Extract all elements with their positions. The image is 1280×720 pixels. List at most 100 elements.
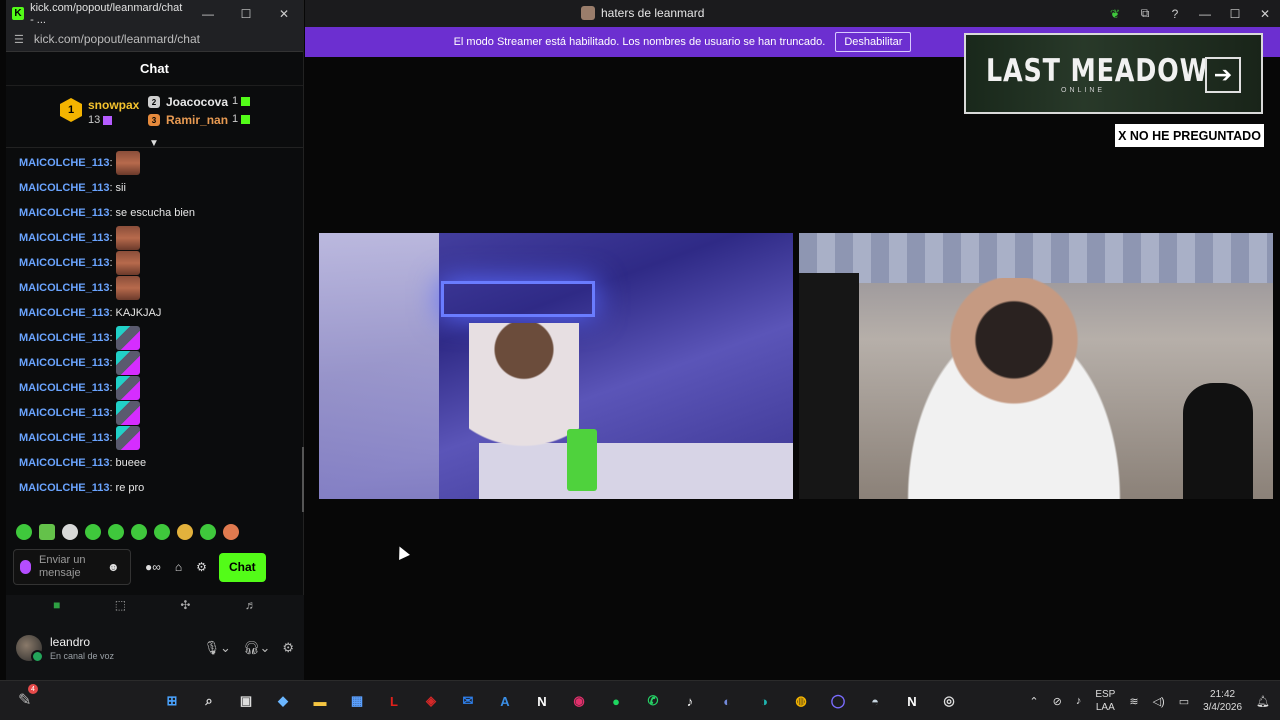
chat-username[interactable]: MAICOLCHE_113 xyxy=(19,207,109,219)
chat-username[interactable]: MAICOLCHE_113 xyxy=(19,157,109,169)
soundboard-icon[interactable]: ♬ xyxy=(245,598,257,612)
site-settings-icon[interactable]: ☰ xyxy=(14,33,24,46)
clock-time: 21:42 xyxy=(1210,689,1236,700)
maximize-button[interactable]: ☐ xyxy=(1220,0,1250,27)
emote-icon[interactable] xyxy=(131,524,147,540)
microphone-toggle-icon[interactable]: 🎙︎⌄ xyxy=(204,640,231,656)
app-l-icon[interactable]: L xyxy=(382,689,406,713)
leader-2-name[interactable]: Joacocova xyxy=(166,95,228,109)
copilot-icon[interactable]: ◆ xyxy=(271,689,295,713)
spotify-icon[interactable]: ● xyxy=(604,689,628,713)
mail-icon[interactable]: ✉ xyxy=(456,689,480,713)
chat-username[interactable]: MAICOLCHE_113 xyxy=(19,307,109,319)
chat-username[interactable]: MAICOLCHE_113 xyxy=(19,407,109,419)
battery-icon[interactable]: ▭ xyxy=(1179,695,1189,708)
clock[interactable]: 21:42 3/4/2026 xyxy=(1203,688,1242,714)
widgets-icon[interactable]: ✎ 4 xyxy=(18,684,38,710)
chat-username[interactable]: MAICOLCHE_113 xyxy=(19,382,109,394)
settings-gear-icon[interactable]: ⚙ xyxy=(196,560,207,574)
notion-n-icon[interactable]: N xyxy=(530,689,554,713)
mute-tray-icon[interactable]: ⊘ xyxy=(1053,695,1062,708)
chat-username[interactable]: MAICOLCHE_113 xyxy=(19,182,109,194)
chat-scrollbar[interactable] xyxy=(302,447,304,512)
user-settings-gear-icon[interactable]: ⚙ xyxy=(282,640,294,656)
chat-separator: : xyxy=(109,481,113,494)
mcafee-icon[interactable]: ◈ xyxy=(419,689,443,713)
chat-username[interactable]: MAICOLCHE_113 xyxy=(19,232,109,244)
emote-icon[interactable] xyxy=(154,524,170,540)
search-icon[interactable]: ⌕ xyxy=(197,689,221,713)
window-app-icon xyxy=(581,6,595,20)
chat-minimize-button[interactable]: — xyxy=(189,7,227,21)
chat-close-button[interactable]: ✕ xyxy=(265,7,303,21)
chat-username[interactable]: MAICOLCHE_113 xyxy=(19,332,109,344)
store-icon[interactable]: ▦ xyxy=(345,689,369,713)
collapse-leaderboard-icon[interactable]: ▼ xyxy=(149,138,159,149)
emote-icon[interactable] xyxy=(177,524,193,540)
screen-share-icon[interactable]: ⬚ xyxy=(115,598,126,612)
address-bar[interactable]: ☰ kick.com/popout/leanmard/chat xyxy=(6,27,303,52)
close-button[interactable]: ✕ xyxy=(1250,0,1280,27)
app-circle-icon[interactable]: ◯ xyxy=(826,689,850,713)
emote-icon[interactable] xyxy=(62,524,78,540)
discord-icon[interactable]: ◐ xyxy=(715,689,739,713)
avatar[interactable] xyxy=(16,635,44,663)
chat-separator: : xyxy=(109,331,113,344)
discord-user-row: leandro En canal de voz 🎙︎⌄ 🎧︎⌄ ⚙ xyxy=(16,635,294,663)
leader-3-name[interactable]: Ramir_nan xyxy=(166,113,228,127)
camera-icon[interactable]: ■ xyxy=(53,598,60,612)
chat-maximize-button[interactable]: ☐ xyxy=(227,7,265,21)
chat-username[interactable]: MAICOLCHE_113 xyxy=(19,432,109,444)
emote-icon[interactable] xyxy=(200,524,216,540)
activities-icon[interactable]: ✣ xyxy=(180,598,190,612)
emote-icon[interactable] xyxy=(108,524,124,540)
chat-message: MAICOLCHE_113: xyxy=(6,400,304,425)
file-explorer-icon[interactable]: ▬ xyxy=(308,689,332,713)
voice-status: En canal de voz xyxy=(50,651,115,661)
emote-icon[interactable] xyxy=(85,524,101,540)
address-url[interactable]: kick.com/popout/leanmard/chat xyxy=(34,32,200,46)
edge-icon[interactable]: ◑ xyxy=(752,689,776,713)
notion-icon[interactable]: N xyxy=(900,689,924,713)
picture-in-picture-icon[interactable]: ⧉ xyxy=(1130,0,1160,27)
chat-username[interactable]: MAICOLCHE_113 xyxy=(19,482,109,494)
minimize-button[interactable]: — xyxy=(1190,0,1220,27)
task-view-icon[interactable]: ▣ xyxy=(234,689,258,713)
emote-icon[interactable] xyxy=(39,524,55,540)
wifi-icon[interactable]: ≋ xyxy=(1129,695,1138,708)
windows-start-icon[interactable]: ⊞ xyxy=(160,689,184,713)
store-icon[interactable]: ⌂ xyxy=(175,560,182,574)
chrome-icon[interactable]: ◍ xyxy=(789,689,813,713)
send-chat-button[interactable]: Chat xyxy=(218,552,266,582)
emote-icon[interactable] xyxy=(223,524,239,540)
microphone-tray-icon[interactable]: ♪ xyxy=(1076,695,1082,707)
steam-icon[interactable]: ◓ xyxy=(863,689,887,713)
chat-username[interactable]: MAICOLCHE_113 xyxy=(19,257,109,269)
tiktok-icon[interactable]: ♪ xyxy=(678,689,702,713)
chat-message-text: bueee xyxy=(115,456,147,469)
emoji-picker-icon[interactable]: ☻ xyxy=(107,560,120,574)
leader-1-name[interactable]: snowpax xyxy=(88,98,139,112)
discord-username[interactable]: leandro xyxy=(50,635,114,649)
azure-icon[interactable]: A xyxy=(493,689,517,713)
disable-streamer-mode-button[interactable]: Deshabilitar xyxy=(835,32,912,52)
emote-icon[interactable] xyxy=(16,524,32,540)
prediction-icon[interactable]: ●∞ xyxy=(145,560,161,574)
help-icon[interactable]: ? xyxy=(1160,0,1190,27)
chat-username[interactable]: MAICOLCHE_113 xyxy=(19,282,109,294)
instagram-icon[interactable]: ◉ xyxy=(567,689,591,713)
chevron-up-icon[interactable]: ⌃ xyxy=(1029,695,1038,708)
leaf-icon[interactable]: ❦ xyxy=(1100,0,1130,27)
obs-icon[interactable]: ◎ xyxy=(937,689,961,713)
chat-message-input[interactable]: Enviar un mensaje ☻ xyxy=(13,549,131,585)
microphone-icon[interactable] xyxy=(20,560,31,574)
chat-username[interactable]: MAICOLCHE_113 xyxy=(19,457,109,469)
language-indicator[interactable]: ESP LAA xyxy=(1095,688,1115,714)
headphones-toggle-icon[interactable]: 🎧︎⌄ xyxy=(243,640,270,656)
whatsapp-icon[interactable]: ✆ xyxy=(641,689,665,713)
chat-message: MAICOLCHE_113: xyxy=(6,150,304,175)
chat-username[interactable]: MAICOLCHE_113 xyxy=(19,357,109,369)
notification-bell-icon[interactable]: 🔔︎ xyxy=(1256,695,1270,708)
chat-separator: : xyxy=(109,356,113,369)
volume-icon[interactable]: ◁) xyxy=(1153,695,1165,708)
